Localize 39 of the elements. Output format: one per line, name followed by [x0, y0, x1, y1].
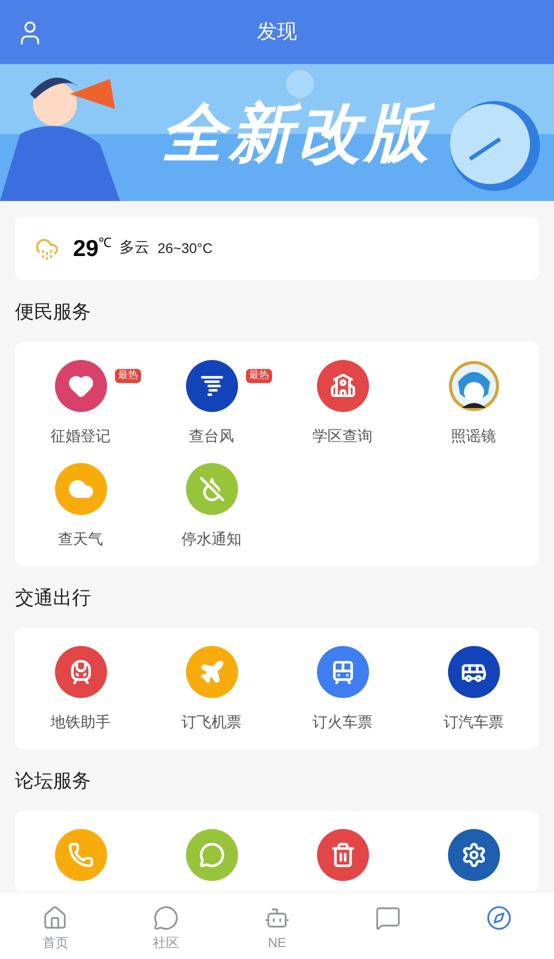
hot-badge: 最热	[115, 369, 141, 383]
page-title: 发现	[257, 20, 297, 45]
chat-icon	[153, 905, 180, 931]
service-item[interactable]: 学区查询	[277, 360, 408, 453]
service-item[interactable]: 最热 查台风	[146, 360, 277, 453]
service-item[interactable]: 订火车票	[277, 646, 408, 739]
weather-condition: 多云	[120, 238, 150, 258]
service-item[interactable]: 最热 征婚登记	[15, 360, 146, 453]
service-label: 照谣镜	[451, 427, 496, 447]
service-item[interactable]: 订飞机票	[146, 646, 277, 739]
banner-title: 全新改版	[161, 100, 433, 164]
section-title: 论坛服务	[15, 770, 92, 794]
tab-label: 首页	[42, 934, 68, 952]
service-item[interactable]: 订汽车票	[408, 646, 539, 739]
service-item[interactable]: 地铁助手	[15, 646, 146, 739]
service-label: 订飞机票	[182, 713, 242, 733]
service-item[interactable]: 停水通知	[146, 463, 277, 556]
service-item[interactable]: 查天气	[15, 463, 146, 556]
service-label: 征婚登记	[50, 427, 110, 447]
compass-icon	[486, 905, 512, 931]
home-icon	[42, 905, 68, 931]
message-icon	[374, 905, 401, 931]
service-item[interactable]: 照谣镜	[408, 360, 539, 453]
service-label: 学区查询	[312, 427, 372, 447]
section-title: 交通出行	[15, 586, 92, 611]
tab-label: NE	[268, 934, 286, 952]
service-label: 订火车票	[312, 713, 372, 733]
hot-badge: 最热	[246, 369, 272, 383]
temperature-unit: ℃	[98, 234, 112, 252]
service-label: 订汽车票	[444, 713, 504, 733]
service-label: 查台风	[189, 427, 234, 447]
service-label: 地铁助手	[50, 713, 110, 733]
section-title: 便民服务	[15, 300, 92, 325]
temperature-range: 26~30°C	[158, 239, 213, 258]
temperature: 29	[73, 234, 99, 264]
service-label: 查天气	[58, 530, 103, 550]
tab-label: 社区	[153, 934, 180, 952]
cloud-icon	[35, 236, 59, 260]
service-label: 停水通知	[182, 530, 242, 550]
